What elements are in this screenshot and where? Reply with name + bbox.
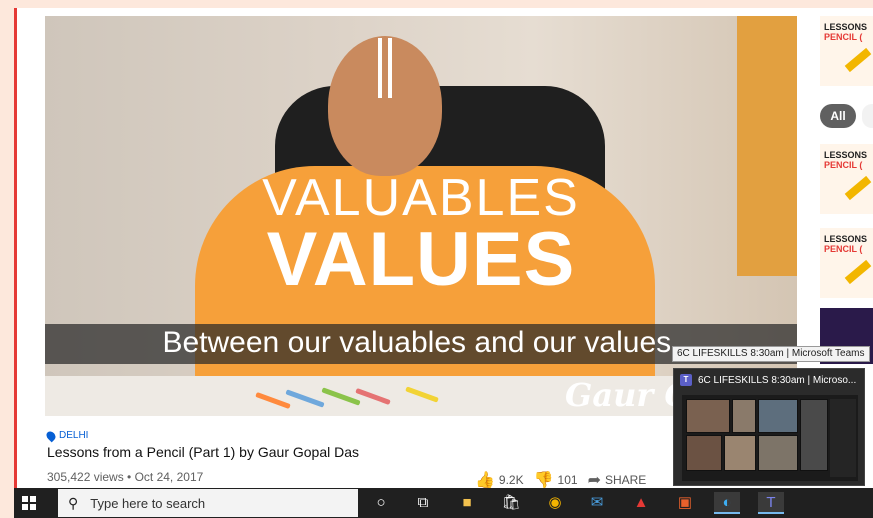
dislike-count: 101 [557, 473, 578, 487]
pencil-icon [844, 259, 872, 285]
related-thumbnail[interactable]: LESSONS PENCIL ( [820, 228, 873, 298]
dislike-button[interactable]: 👎 101 [534, 470, 578, 490]
share-label: SHARE [604, 473, 647, 487]
video-pencils [255, 386, 455, 410]
participant-tile [800, 399, 828, 471]
participants-panel [830, 399, 856, 477]
video-title: Lessons from a Pencil (Part 1) by Gaur G… [47, 444, 360, 460]
related-thumbnail[interactable]: LESSONS PENCIL ( [820, 144, 873, 214]
video-speaker-tilak [378, 38, 392, 98]
filter-chip-all[interactable]: All [820, 104, 856, 128]
overlay-title-bold: VALUES [266, 217, 576, 302]
store-icon[interactable]: 🛍 [498, 492, 524, 514]
teams-logo-icon: T [680, 374, 692, 386]
filter-chip-next[interactable] [862, 104, 873, 128]
teams-icon[interactable]: T [758, 492, 784, 514]
teams-preview-header: T 6C LIFESKILLS 8:30am | Microso... [680, 374, 856, 386]
edge-icon[interactable]: ◐ [714, 492, 740, 514]
file-explorer-icon[interactable]: ■ [454, 492, 480, 514]
teams-meeting-thumbnail [682, 395, 858, 481]
teams-window-preview[interactable]: T 6C LIFESKILLS 8:30am | Microso... [673, 368, 865, 486]
video-cabinet [737, 16, 797, 276]
thumbnail-line2: PENCIL ( [824, 244, 863, 254]
participant-tile [758, 435, 798, 471]
participant-tile [732, 399, 756, 433]
windows-start-icon[interactable] [22, 496, 36, 510]
like-button[interactable]: 👍 9.2K [475, 470, 524, 490]
participant-tile [758, 399, 798, 433]
pencil-icon [844, 175, 872, 201]
share-button[interactable]: ➦ SHARE [588, 470, 647, 490]
thumbs-down-icon: 👎 [533, 472, 554, 489]
windows-taskbar: ⚲ ○ ⧉ ■ 🛍 ◉ ✉ ▲ ▣ ◐ T [14, 488, 873, 518]
mail-icon[interactable]: ✉ [584, 492, 610, 514]
screen: VALUABLES VALUES Between our valuables a… [0, 0, 873, 518]
thumbnail-line1: LESSONS [824, 150, 868, 160]
participant-tile [686, 399, 730, 433]
acrobat-icon[interactable]: ▲ [628, 492, 654, 514]
thumbnail-line1: LESSONS [824, 234, 868, 244]
thumbnail-line2: PENCIL ( [824, 32, 863, 42]
location-pin-icon [44, 429, 58, 442]
like-count: 9.2K [498, 473, 524, 487]
share-arrow-icon: ➦ [587, 472, 601, 489]
video-stats: 305,422 views • Oct 24, 2017 [47, 470, 204, 484]
taskbar-search[interactable]: ⚲ [58, 489, 358, 517]
cortana-icon[interactable]: ○ [368, 492, 394, 514]
chrome-icon[interactable]: ◉ [542, 492, 568, 514]
teams-preview-title: 6C LIFESKILLS 8:30am | Microso... [698, 374, 857, 386]
location-label: DELHI [59, 430, 89, 441]
taskbar-search-input[interactable] [90, 495, 331, 511]
pencil-icon [844, 47, 872, 73]
thumbnail-line2: PENCIL ( [824, 160, 863, 170]
teams-tooltip: 6C LIFESKILLS 8:30am | Microsoft Teams [672, 346, 870, 362]
related-sidebar: LESSONS PENCIL ( All LESSONS PENCIL ( LE… [820, 8, 873, 388]
task-view-icon[interactable]: ⧉ [410, 492, 436, 514]
location-tag[interactable]: DELHI [44, 429, 89, 442]
related-thumbnail[interactable]: LESSONS PENCIL ( [820, 16, 873, 86]
video-actions: 👍 9.2K 👎 101 ➦ SHARE [475, 470, 646, 490]
participant-tile [686, 435, 722, 471]
thumbnail-line1: LESSONS [824, 22, 868, 32]
office-icon[interactable]: ▣ [672, 492, 698, 514]
thumbs-up-icon: 👍 [475, 472, 495, 489]
participant-tile [724, 435, 756, 471]
search-icon: ⚲ [68, 494, 79, 511]
